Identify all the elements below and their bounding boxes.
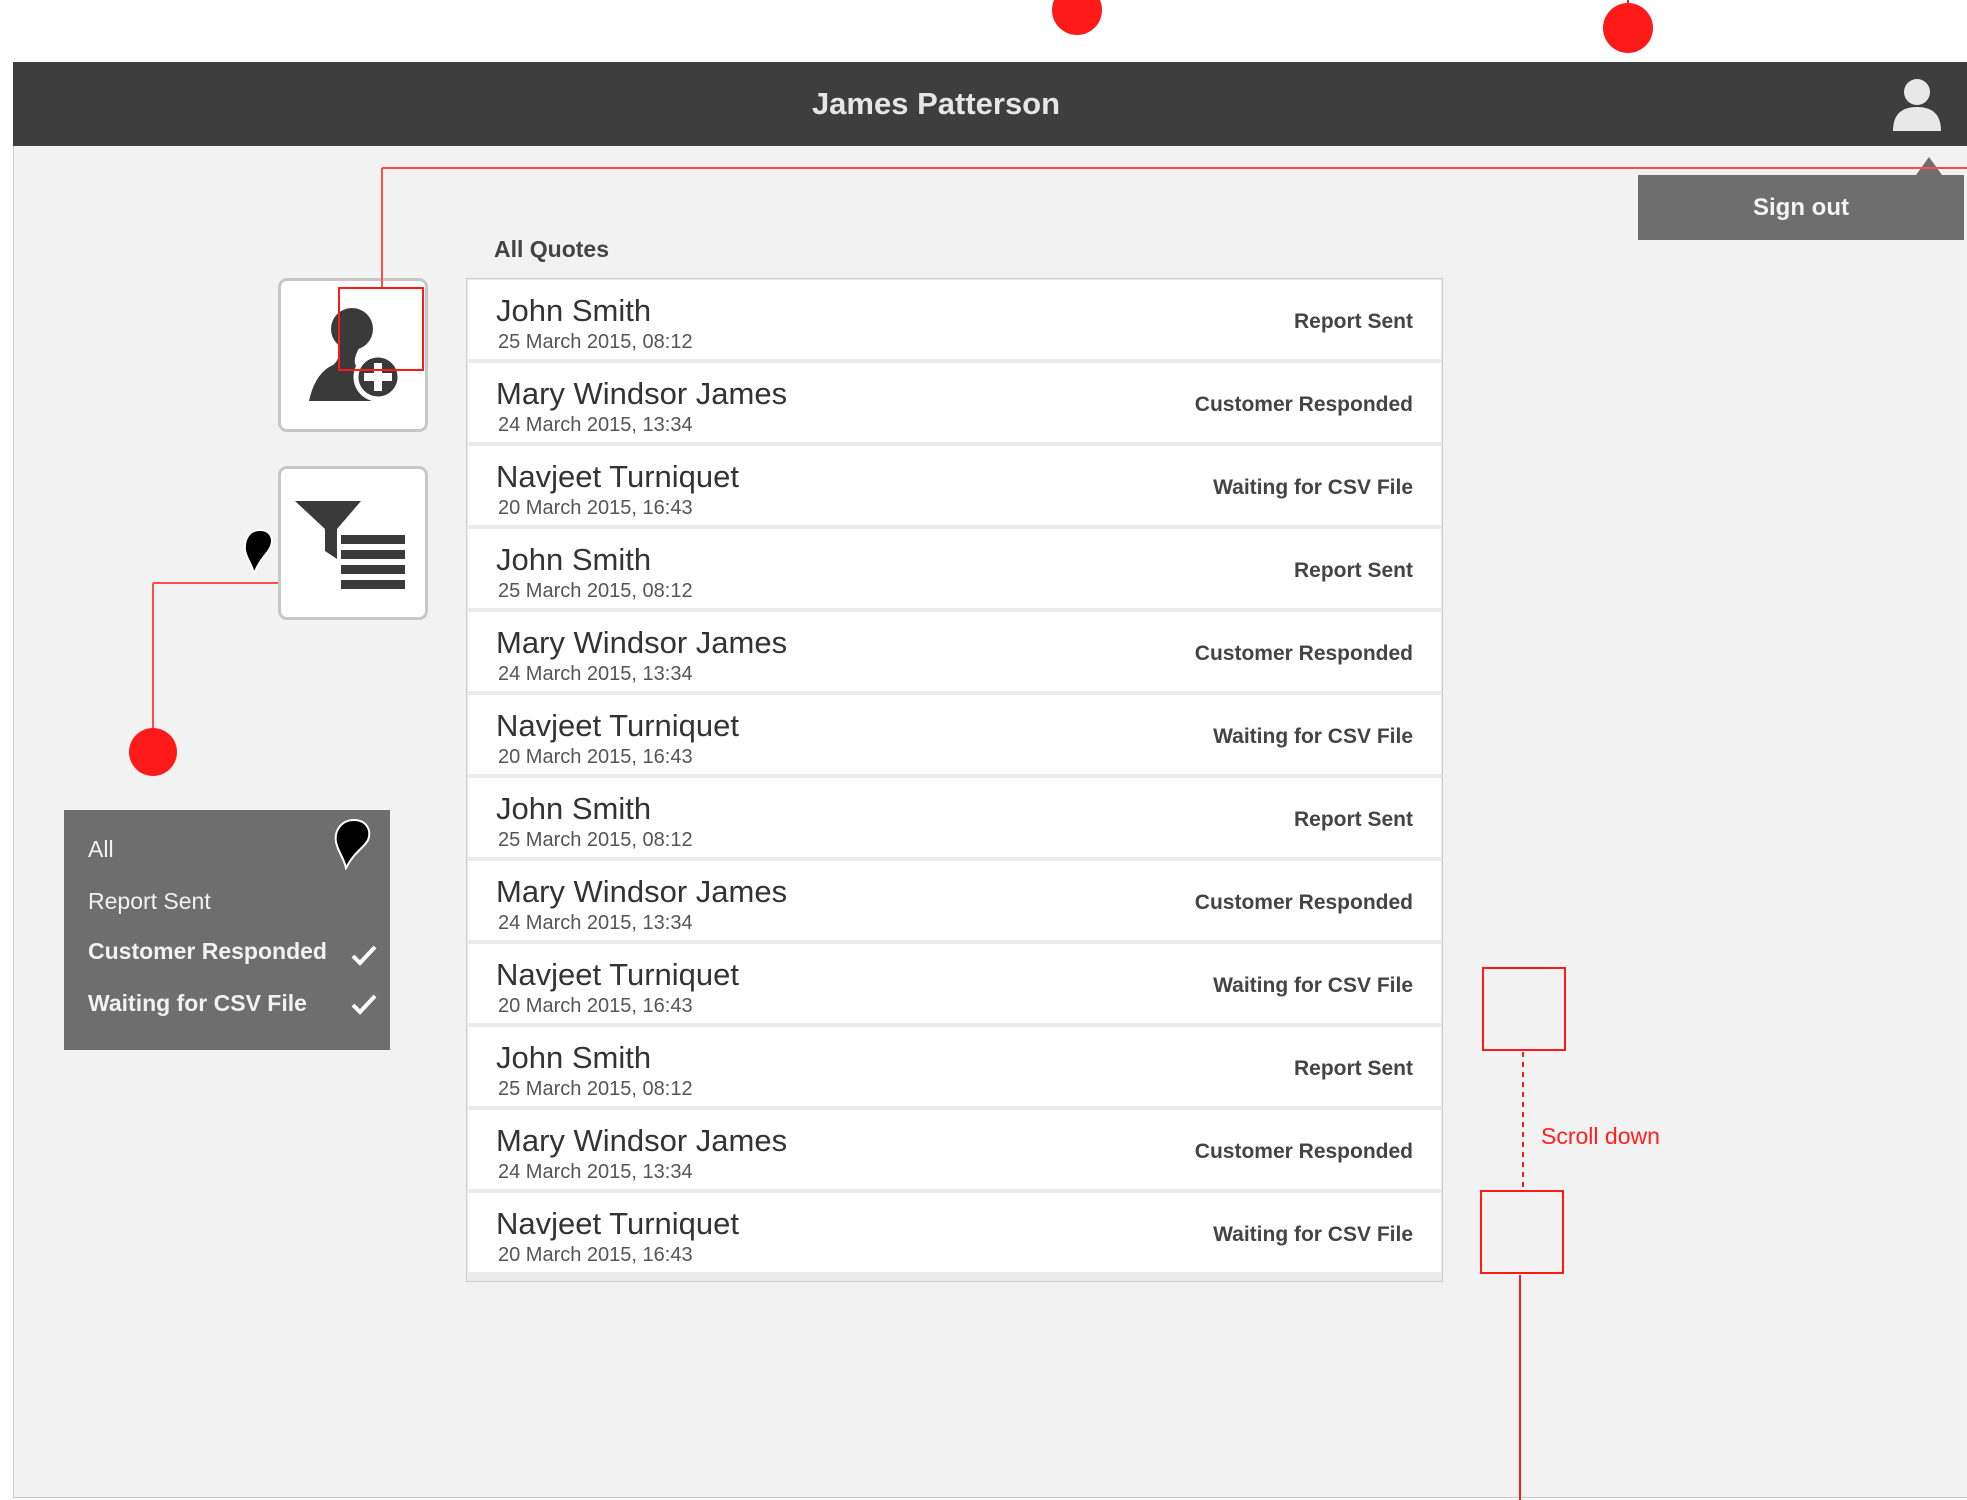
quote-customer-name: Navjeet Turniquet xyxy=(496,957,739,992)
quote-customer-name: John Smith xyxy=(496,542,652,577)
filter-button[interactable] xyxy=(278,466,428,620)
quote-date: 25 March 2015, 08:12 xyxy=(498,580,693,602)
quote-status: Waiting for CSV File xyxy=(1213,974,1413,997)
filter-option-waiting-csv[interactable]: Waiting for CSV File xyxy=(88,990,307,1017)
quote-row[interactable]: Navjeet Turniquet 20 March 2015, 16:43 W… xyxy=(468,695,1441,774)
quote-customer-name: John Smith xyxy=(496,293,652,328)
quote-date: 25 March 2015, 08:12 xyxy=(498,829,693,851)
quote-status: Customer Responded xyxy=(1194,393,1413,416)
filter-option-report-sent[interactable]: Report Sent xyxy=(88,888,211,915)
sign-out-button[interactable]: Sign out xyxy=(1638,175,1964,240)
quote-date: 25 March 2015, 08:12 xyxy=(498,331,693,353)
wireframe-canvas: James Patterson Sign out All Quotes John… xyxy=(0,0,1967,1500)
quote-date: 25 March 2015, 08:12 xyxy=(498,1078,693,1100)
quote-row[interactable]: John Smith 25 March 2015, 08:12 Report S… xyxy=(468,778,1441,857)
quote-customer-name: Mary Windsor James xyxy=(496,1123,788,1158)
quote-customer-name: Navjeet Turniquet xyxy=(496,459,739,494)
filter-option-customer-responded[interactable]: Customer Responded xyxy=(88,938,327,965)
pin-marker-icon xyxy=(334,818,371,870)
scroll-down-annotation: Scroll down xyxy=(1541,1123,1660,1149)
check-icon xyxy=(351,945,377,966)
quote-status: Report Sent xyxy=(1293,559,1413,582)
quote-row[interactable]: Mary Windsor James 24 March 2015, 13:34 … xyxy=(468,363,1441,442)
filter-option-all[interactable]: All xyxy=(88,836,114,863)
quote-status: Report Sent xyxy=(1293,808,1413,831)
quote-date: 24 March 2015, 13:34 xyxy=(498,414,693,436)
quote-date: 20 March 2015, 16:43 xyxy=(498,746,693,768)
quote-row[interactable]: Navjeet Turniquet 20 March 2015, 16:43 W… xyxy=(468,944,1441,1023)
quote-date: 20 March 2015, 16:43 xyxy=(498,1244,693,1266)
filter-list-icon xyxy=(295,501,405,589)
quote-customer-name: Mary Windsor James xyxy=(496,376,788,411)
quote-row[interactable]: John Smith 25 March 2015, 08:12 Report S… xyxy=(468,280,1441,359)
quote-date: 24 March 2015, 13:34 xyxy=(498,663,693,685)
app-header: James Patterson xyxy=(13,62,1967,146)
quotes-list: John Smith 25 March 2015, 08:12 Report S… xyxy=(466,278,1443,1282)
filter-menu: All Report Sent Customer Responded Waiti… xyxy=(64,810,390,1050)
quote-row[interactable]: Navjeet Turniquet 20 March 2015, 16:43 W… xyxy=(468,446,1441,525)
quote-row[interactable]: John Smith 25 March 2015, 08:12 Report S… xyxy=(468,529,1441,608)
quote-customer-name: John Smith xyxy=(496,1040,652,1075)
quote-customer-name: Mary Windsor James xyxy=(496,625,788,660)
page-title: James Patterson xyxy=(811,86,1061,121)
add-customer-button[interactable] xyxy=(278,278,428,432)
quote-status: Waiting for CSV File xyxy=(1213,476,1413,499)
quote-status: Waiting for CSV File xyxy=(1213,725,1413,748)
check-icon xyxy=(351,994,377,1015)
quote-date: 24 March 2015, 13:34 xyxy=(498,1161,693,1183)
quote-row[interactable]: John Smith 25 March 2015, 08:12 Report S… xyxy=(468,1027,1441,1106)
quote-date: 20 March 2015, 16:43 xyxy=(498,497,693,519)
quote-status: Report Sent xyxy=(1293,1057,1413,1080)
signout-pointer xyxy=(1916,157,1942,175)
quote-customer-name: Navjeet Turniquet xyxy=(496,1206,739,1241)
quote-customer-name: Mary Windsor James xyxy=(496,874,788,909)
quote-date: 20 March 2015, 16:43 xyxy=(498,995,693,1017)
user-icon[interactable] xyxy=(1891,77,1943,131)
add-user-icon xyxy=(309,308,403,402)
quote-customer-name: John Smith xyxy=(496,791,652,826)
section-title: All Quotes xyxy=(494,236,610,262)
quote-row[interactable]: Mary Windsor James 24 March 2015, 13:34 … xyxy=(468,1110,1441,1189)
quote-row[interactable]: Navjeet Turniquet 20 March 2015, 16:43 W… xyxy=(468,1193,1441,1272)
pin-marker-icon xyxy=(243,528,273,576)
quote-customer-name: Navjeet Turniquet xyxy=(496,708,739,743)
quote-status: Customer Responded xyxy=(1194,1140,1413,1163)
quote-date: 24 March 2015, 13:34 xyxy=(498,912,693,934)
quote-row[interactable]: Mary Windsor James 24 March 2015, 13:34 … xyxy=(468,612,1441,691)
quote-status: Report Sent xyxy=(1293,310,1413,333)
quote-row[interactable]: Mary Windsor James 24 March 2015, 13:34 … xyxy=(468,861,1441,940)
quote-status: Waiting for CSV File xyxy=(1213,1223,1413,1246)
quote-status: Customer Responded xyxy=(1194,642,1413,665)
quote-status: Customer Responded xyxy=(1194,891,1413,914)
